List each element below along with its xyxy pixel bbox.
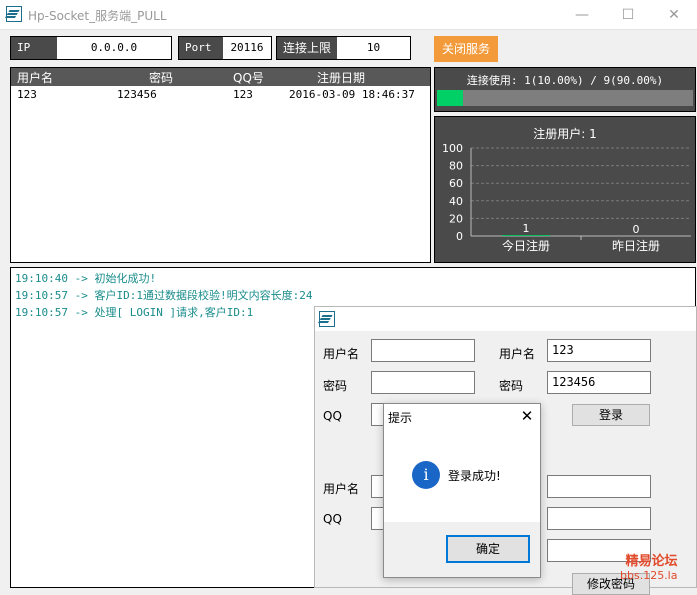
connection-panel: 连接使用: 1(10.00%) / 9(90.00%) (434, 67, 696, 112)
client-app-icon (319, 311, 335, 327)
ip-field: IP 0.0.0.0 (10, 36, 172, 60)
login-password-label: 密码 (499, 379, 524, 393)
log-line: 19:10:40 -> 初始化成功! (15, 272, 157, 285)
table-header: 用户名 密码 QQ号 注册日期 (11, 68, 430, 86)
bar (502, 235, 550, 236)
forum-watermark: 精易论坛 bbs.125.la (620, 550, 677, 582)
y-tick-label: 20 (449, 212, 463, 225)
app-icon (6, 6, 22, 22)
login-password-input[interactable]: 123456 (547, 371, 651, 394)
close-button[interactable]: ✕ (651, 0, 697, 30)
main-window: Hp-Socket_服务端_PULL — ☐ ✕ IP 0.0.0.0 Port… (0, 0, 697, 595)
change-field-input-2[interactable] (547, 507, 651, 530)
col-header-qq[interactable]: QQ号 (233, 69, 264, 86)
registration-chart-panel: 注册用户: 1 0 20 40 60 80 100 1 今日注册 0 昨日注册 (434, 116, 696, 263)
port-label: Port (179, 37, 223, 59)
connection-progress-bar (437, 90, 693, 106)
log-line: 19:10:57 -> 客户ID:1通过数据段校验!明文内容长度:24 (15, 289, 313, 302)
user-table: 用户名 密码 QQ号 注册日期 123 123456 123 2016-03-0… (10, 67, 431, 263)
port-input[interactable]: 20116 (223, 37, 271, 59)
change-qq-label: QQ (323, 512, 342, 526)
reg-user-input[interactable] (371, 339, 475, 362)
cell-qq: 123 (233, 88, 253, 101)
registration-chart: 0 20 40 60 80 100 1 今日注册 0 昨日注册 (442, 142, 691, 253)
x-tick-label: 今日注册 (502, 238, 550, 253)
reg-password-input[interactable] (371, 371, 475, 394)
limit-input[interactable]: 10 (337, 37, 410, 59)
x-tick-label: 昨日注册 (612, 238, 660, 253)
ok-button[interactable]: 确定 (446, 535, 530, 563)
reg-user-label: 用户名 (323, 347, 360, 361)
col-header-date[interactable]: 注册日期 (317, 69, 365, 86)
y-tick-label: 100 (442, 142, 463, 155)
col-header-password[interactable]: 密码 (149, 69, 173, 86)
y-tick-label: 40 (449, 195, 463, 208)
bar-data-label: 1 (523, 222, 530, 235)
cell-password: 123456 (117, 88, 157, 101)
titlebar: Hp-Socket_服务端_PULL — ☐ ✕ (0, 0, 697, 30)
change-field-input-1[interactable] (547, 475, 651, 498)
login-button[interactable]: 登录 (572, 404, 650, 426)
reg-password-label: 密码 (323, 379, 348, 393)
maximize-button[interactable]: ☐ (605, 0, 651, 30)
y-tick-label: 80 (449, 160, 463, 173)
change-user-label: 用户名 (323, 482, 360, 496)
y-tick-label: 0 (456, 230, 463, 243)
log-line: 19:10:57 -> 处理[ LOGIN ]请求,客户ID:1 (15, 306, 254, 319)
login-user-input[interactable]: 123 (547, 339, 651, 362)
connection-usage-text: 连接使用: 1(10.00%) / 9(90.00%) (466, 74, 664, 87)
watermark-line2: bbs.125.la (620, 569, 678, 582)
watermark-line1: 精易论坛 (625, 554, 678, 569)
col-header-user[interactable]: 用户名 (17, 69, 53, 86)
dialog-title: 提示 (388, 411, 413, 425)
stop-server-button[interactable]: 关闭服务 (434, 36, 498, 62)
client-titlebar (315, 307, 696, 331)
cell-date: 2016-03-09 18:46:37 (289, 88, 415, 101)
limit-field: 连接上限 10 (276, 36, 411, 60)
info-icon: i (412, 461, 440, 489)
ip-label: IP (11, 37, 57, 59)
bar-data-label: 0 (633, 223, 640, 236)
window-title: Hp-Socket_服务端_PULL (28, 9, 167, 23)
limit-label: 连接上限 (277, 37, 337, 59)
port-field: Port 20116 (178, 36, 272, 60)
dialog-message: 登录成功! (448, 469, 501, 483)
y-tick-label: 60 (449, 177, 463, 190)
login-user-label: 用户名 (499, 347, 536, 361)
dialog-close-icon[interactable]: ✕ (518, 407, 536, 425)
reg-qq-label: QQ (323, 409, 342, 423)
cell-user: 123 (17, 88, 37, 101)
message-dialog: 提示 ✕ i 登录成功! 确定 (383, 403, 541, 578)
ip-input[interactable]: 0.0.0.0 (57, 37, 171, 59)
minimize-button[interactable]: — (559, 0, 605, 30)
connection-progress-fill (437, 90, 463, 106)
